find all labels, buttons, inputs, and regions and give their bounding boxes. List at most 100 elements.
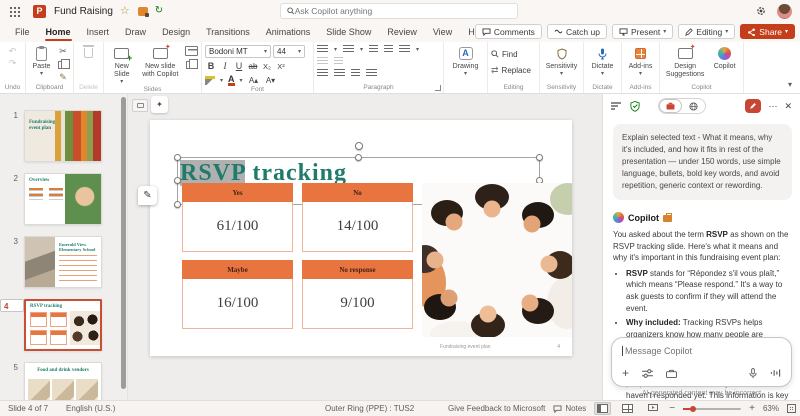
- tab-home[interactable]: Home: [45, 24, 72, 40]
- ink-pen-button[interactable]: [138, 186, 157, 205]
- text-direction-icon[interactable]: [334, 57, 343, 66]
- design-suggestions-button[interactable]: Design Suggestions: [663, 45, 707, 79]
- resize-handle-sw[interactable]: [174, 201, 181, 208]
- slide-canvas[interactable]: RSVP tracking Yes 61/100 No 1: [150, 120, 572, 356]
- slide-thumbnail-3[interactable]: Emerald View Elementary School: [24, 236, 102, 288]
- tab-slide-show[interactable]: Slide Show: [325, 24, 372, 40]
- share-dropdown-chevron[interactable]: ▾: [785, 28, 788, 35]
- tab-view[interactable]: View: [432, 24, 453, 40]
- superscript-button[interactable]: X²: [275, 60, 287, 72]
- table-cell-no[interactable]: No 14/100: [302, 183, 413, 252]
- new-slide-chevron[interactable]: ▾: [120, 79, 123, 86]
- columns-icon[interactable]: [317, 57, 328, 66]
- catch-up-button[interactable]: Catch up: [547, 24, 607, 39]
- sensitivity-button[interactable]: Sensitivity ▾: [543, 45, 580, 78]
- copy-icon[interactable]: [58, 61, 65, 69]
- dictate-chevron[interactable]: ▾: [601, 71, 604, 78]
- editing-dropdown-chevron[interactable]: ▾: [725, 28, 728, 35]
- italic-button[interactable]: I: [219, 60, 231, 72]
- copilot-search-box[interactable]: [280, 3, 518, 19]
- numbering-icon[interactable]: [343, 45, 354, 54]
- shield-check-icon[interactable]: [630, 101, 640, 112]
- tab-design[interactable]: Design: [161, 24, 191, 40]
- normal-view-button[interactable]: [594, 402, 611, 415]
- mic-icon[interactable]: [749, 368, 757, 379]
- collapse-ribbon-chevron[interactable]: ▾: [780, 80, 800, 93]
- align-center-icon[interactable]: [334, 69, 345, 78]
- slideshow-button[interactable]: [644, 402, 661, 415]
- close-pane-icon[interactable]: [784, 102, 792, 111]
- designer-sparkle-button[interactable]: [151, 96, 168, 113]
- app-launcher-icon[interactable]: [9, 6, 20, 17]
- tab-draw[interactable]: Draw: [124, 24, 147, 40]
- fit-to-window-icon[interactable]: [787, 404, 796, 413]
- powerpoint-icon[interactable]: [33, 5, 46, 18]
- new-slide-button[interactable]: New Slide ▾: [107, 45, 137, 86]
- bullets-icon[interactable]: [317, 45, 328, 54]
- slide-thumbnail-1[interactable]: Fundraising event plan: [24, 110, 102, 162]
- slide-counter[interactable]: Slide 4 of 7: [8, 404, 48, 413]
- dictate-button[interactable]: Dictate ▾: [587, 45, 618, 78]
- drawing-button[interactable]: Drawing ▾: [447, 45, 484, 78]
- tab-file[interactable]: File: [14, 24, 31, 40]
- settings-gear-icon[interactable]: [755, 5, 767, 17]
- chat-history-icon[interactable]: [611, 102, 622, 111]
- editing-mode-button[interactable]: Editing ▾: [678, 24, 735, 39]
- layout-icon[interactable]: [185, 46, 198, 56]
- children-circle-photo[interactable]: [422, 183, 572, 337]
- justify-icon[interactable]: [366, 69, 377, 78]
- increase-font-icon[interactable]: A▴: [248, 74, 260, 86]
- indent-increase-icon[interactable]: [384, 45, 393, 54]
- comment-anchor-button[interactable]: [132, 99, 148, 112]
- thumbnail-scrollbar[interactable]: [121, 97, 126, 389]
- table-cell-yes[interactable]: Yes 61/100: [182, 183, 293, 252]
- search-input[interactable]: [295, 6, 511, 16]
- language-indicator[interactable]: English (U.S.): [66, 404, 115, 413]
- drawing-chevron[interactable]: ▾: [464, 71, 467, 78]
- more-options-icon[interactable]: [768, 102, 777, 111]
- sensitivity-chevron[interactable]: ▾: [560, 71, 563, 78]
- zoom-slider[interactable]: [683, 408, 741, 410]
- user-avatar[interactable]: [777, 4, 792, 19]
- present-dropdown-chevron[interactable]: ▾: [663, 28, 666, 35]
- resize-handle-ne[interactable]: [536, 154, 543, 161]
- copilot-button[interactable]: Copilot: [709, 45, 740, 71]
- slide-thumbnail-4-selected[interactable]: RSVP tracking: [24, 299, 102, 351]
- zoom-out-button[interactable]: −: [669, 403, 675, 414]
- slide-thumbnail-2[interactable]: Overview: [24, 173, 102, 225]
- rsvp-table[interactable]: Yes 61/100 No 14/100 Maybe 16/100 No res…: [182, 183, 413, 329]
- comments-button[interactable]: Comments: [475, 24, 542, 39]
- new-slide-copilot-button[interactable]: New slide with Copilot: [139, 45, 182, 79]
- work-mode-icon[interactable]: [666, 369, 677, 378]
- feedback-link[interactable]: Give Feedback to Microsoft: [448, 404, 545, 413]
- redo-button[interactable]: [6, 57, 20, 69]
- tab-insert[interactable]: Insert: [86, 24, 111, 40]
- save-status-icon[interactable]: [155, 6, 163, 16]
- share-button[interactable]: Share ▾: [740, 24, 795, 39]
- work-toggle-cell[interactable]: [659, 99, 682, 113]
- slide-sorter-button[interactable]: [619, 402, 636, 415]
- underline-button[interactable]: U: [233, 60, 245, 72]
- bold-button[interactable]: B: [205, 60, 217, 72]
- cut-button[interactable]: [56, 45, 70, 57]
- table-cell-no-response[interactable]: No response 9/100: [302, 260, 413, 329]
- zoom-slider-knob[interactable]: [690, 406, 696, 412]
- tune-options-icon[interactable]: [642, 369, 653, 378]
- font-name-select[interactable]: Bodoni MT▾: [205, 45, 271, 58]
- resize-handle-n[interactable]: [355, 154, 362, 161]
- sensitivity-label-icon[interactable]: [138, 7, 148, 16]
- zoom-in-button[interactable]: +: [749, 403, 755, 414]
- slide-thumbnail-5[interactable]: Food and drink vendors: [24, 362, 102, 400]
- highlight-color-icon[interactable]: [205, 76, 215, 85]
- align-right-icon[interactable]: [351, 69, 360, 78]
- tab-animations[interactable]: Animations: [265, 24, 312, 40]
- font-size-select[interactable]: 44▾: [273, 45, 305, 58]
- new-chat-button[interactable]: [745, 99, 761, 113]
- find-button[interactable]: Find: [491, 48, 536, 60]
- favorite-star-icon[interactable]: [120, 6, 130, 17]
- tab-transitions[interactable]: Transitions: [205, 24, 251, 40]
- work-web-toggle[interactable]: [658, 98, 706, 114]
- subscript-button[interactable]: X₂: [261, 60, 273, 72]
- present-button[interactable]: Present ▾: [612, 24, 673, 39]
- font-color-icon[interactable]: [228, 75, 235, 86]
